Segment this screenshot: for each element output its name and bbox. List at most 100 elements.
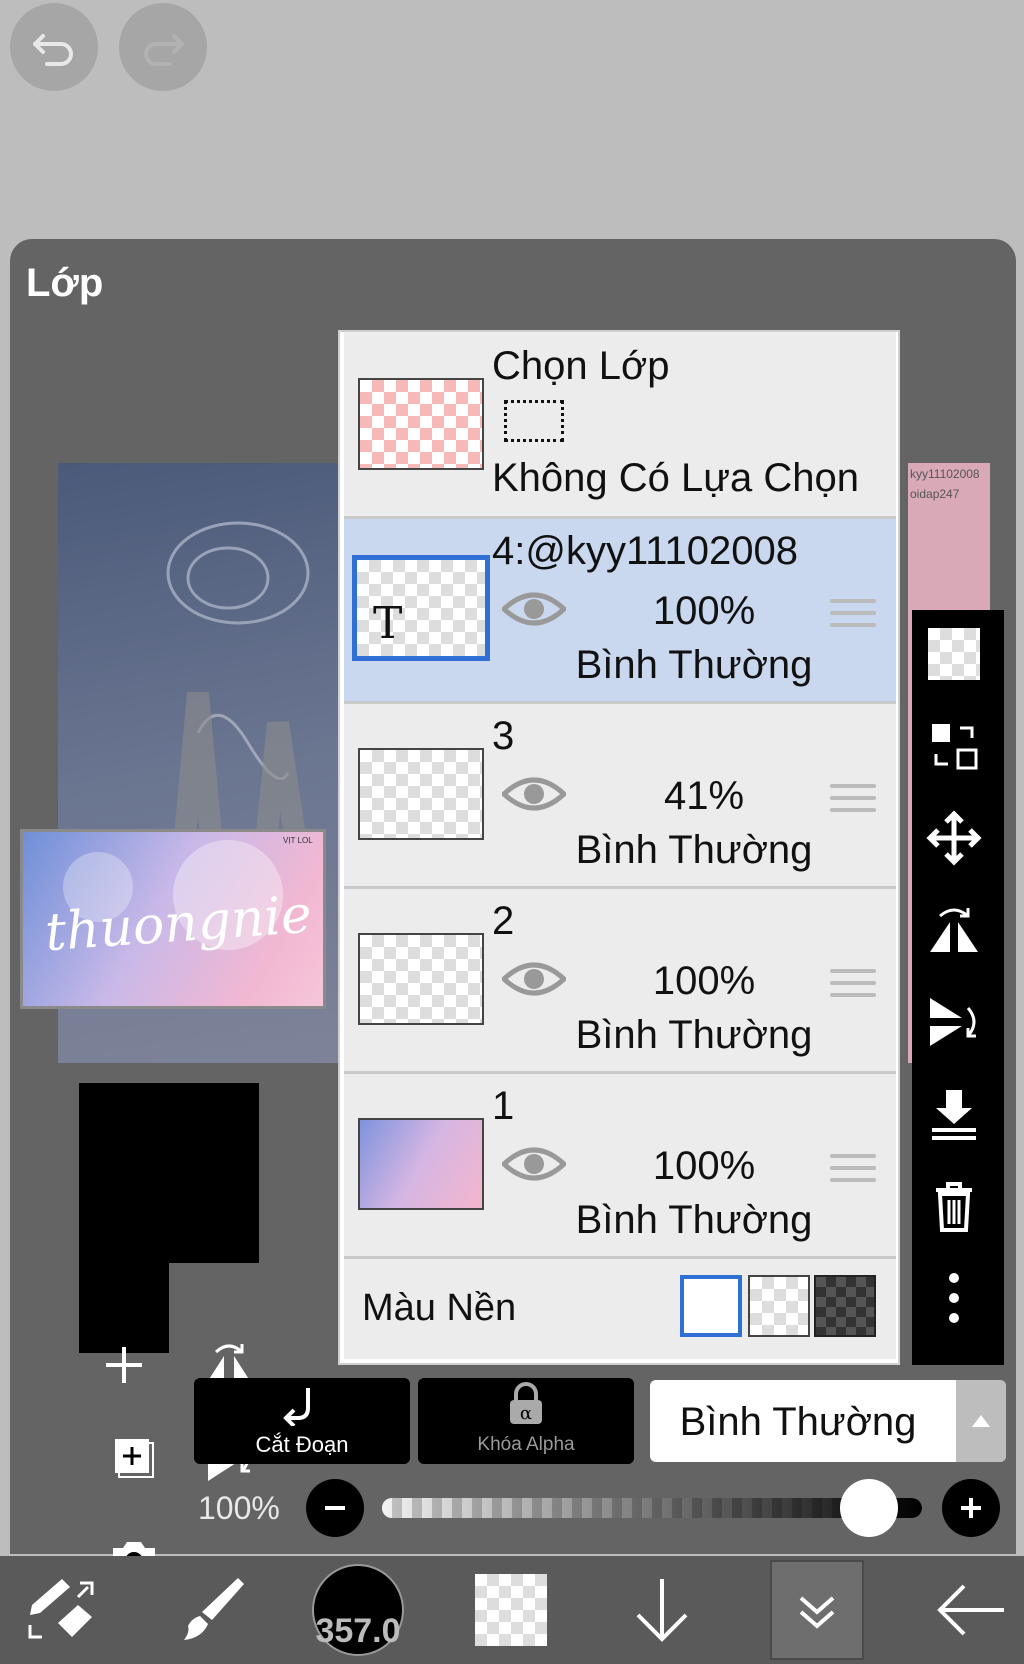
layers-button[interactable] <box>770 1560 864 1660</box>
move-icon <box>926 810 982 866</box>
side-toolbar <box>912 610 1004 1365</box>
delete-layer-button[interactable] <box>922 1174 986 1238</box>
panel-title: Lớp <box>26 261 104 305</box>
layer-opacity: 100% <box>652 589 756 633</box>
watermark-1: kyy11102008 <box>910 467 980 481</box>
swap-layer-icon <box>932 724 978 770</box>
merge-down-icon <box>932 1090 976 1140</box>
clip-icon <box>283 1388 310 1426</box>
layer-opacity: 100% <box>652 959 756 1003</box>
layer-row[interactable]: 2 100% Bình Thường <box>344 889 896 1074</box>
opacity-increase-button[interactable] <box>942 1479 1000 1537</box>
back-arrow-icon <box>937 1584 1004 1636</box>
layer-thumbnail <box>358 933 484 1025</box>
text-layer-icon: T <box>373 598 403 649</box>
redo-button[interactable] <box>119 3 207 91</box>
drag-handle-icon[interactable] <box>830 784 876 824</box>
layer-tool-group <box>79 1083 259 1263</box>
blend-mode-value: Bình Thường <box>679 1400 917 1444</box>
layer-name: 3 <box>492 714 515 758</box>
flip-vertical-button[interactable] <box>922 990 986 1054</box>
arrow-down-button[interactable] <box>612 1560 712 1660</box>
brush-size-value: 357.0 <box>315 1612 401 1650</box>
layer-opacity: 100% <box>652 1144 756 1188</box>
selection-marquee-icon <box>504 400 564 442</box>
swap-layer-button[interactable] <box>922 714 986 778</box>
minus-icon <box>325 1506 345 1510</box>
alpha-lock-label: Khóa Alpha <box>477 1434 575 1455</box>
opacity-value: 100% <box>198 1490 280 1526</box>
layer-thumbnail: T <box>352 555 490 661</box>
more-options-button[interactable] <box>922 1266 986 1330</box>
arrow-down-icon <box>636 1579 688 1642</box>
background-label: Màu Nền <box>362 1287 517 1329</box>
visibility-eye-icon[interactable] <box>502 587 566 631</box>
layer-thumbnail <box>358 748 484 840</box>
selection-status: Không Có Lựa Chọn <box>492 456 860 500</box>
alpha-lock-icon: α <box>510 1382 542 1424</box>
add-layer-button[interactable] <box>89 1330 159 1400</box>
layer-opacity: 41% <box>663 774 745 818</box>
double-chevron-icon <box>799 1596 835 1629</box>
background-dark-checker-option[interactable] <box>814 1275 876 1337</box>
back-button[interactable] <box>922 1560 1022 1660</box>
brush-icon <box>184 1578 244 1640</box>
alpha-lock-button[interactable]: α Khóa Alpha <box>418 1378 634 1464</box>
transparent-fill-button[interactable] <box>922 622 986 686</box>
layer-name: 4:@kyy11102008 <box>492 529 798 573</box>
color-swatch-icon <box>475 1574 547 1646</box>
layer-blend-mode: Bình Thường <box>575 1013 813 1057</box>
add-layer-icon <box>106 1347 142 1383</box>
svg-text:α: α <box>520 1403 532 1424</box>
selection-thumbnail <box>358 378 484 470</box>
visibility-eye-icon[interactable] <box>502 772 566 816</box>
layer-blend-mode: Bình Thường <box>575 1198 813 1242</box>
chevron-up-icon <box>972 1415 990 1427</box>
selection-title: Chọn Lớp <box>492 344 670 388</box>
add-copy-icon <box>115 1439 154 1478</box>
layer-blend-mode: Bình Thường <box>575 643 813 687</box>
undo-button[interactable] <box>10 3 98 91</box>
drag-handle-icon[interactable] <box>830 969 876 1009</box>
transform-tool-icon <box>28 1579 94 1639</box>
canvas-thumbnail[interactable]: thuongnie VỊT LOL <box>20 829 326 1009</box>
background-color-row: Màu Nền <box>344 1259 896 1359</box>
layer-name: 2 <box>492 899 515 943</box>
layer-row[interactable]: T 4:@kyy11102008 100% Bình Thường <box>344 519 896 704</box>
merge-down-button[interactable] <box>922 1082 986 1146</box>
selection-row[interactable]: Chọn Lớp Không Có Lựa Chọn <box>344 332 896 519</box>
drag-handle-icon[interactable] <box>830 1154 876 1194</box>
visibility-eye-icon[interactable] <box>502 1142 566 1186</box>
blend-mode-arrow-button[interactable] <box>956 1380 1006 1462</box>
trash-icon <box>936 1182 972 1232</box>
color-swatch-button[interactable] <box>468 1560 554 1660</box>
watermark-2: oidap247 <box>910 487 960 501</box>
visibility-eye-icon[interactable] <box>502 957 566 1001</box>
drag-handle-icon[interactable] <box>830 599 876 639</box>
layer-thumbnail <box>358 1118 484 1210</box>
layer-row[interactable]: 3 41% Bình Thường <box>344 704 896 889</box>
clip-label: Cắt Đoạn <box>255 1432 349 1457</box>
more-icon <box>949 1273 959 1323</box>
layer-name: 1 <box>492 1084 515 1128</box>
undo-icon <box>33 34 73 66</box>
background-white-option[interactable] <box>680 1275 742 1337</box>
move-layer-button[interactable] <box>922 806 986 870</box>
transform-tool-button[interactable] <box>10 1560 110 1660</box>
flip-horizontal-button[interactable] <box>922 898 986 962</box>
redo-icon <box>144 34 184 66</box>
opacity-slider-knob[interactable] <box>840 1479 898 1537</box>
plus-icon <box>961 1498 981 1518</box>
layer-list: Chọn Lớp Không Có Lựa Chọn T 4:@kyy11102… <box>338 330 900 1365</box>
brush-size-button[interactable]: 357.0 <box>312 1564 404 1656</box>
clipping-button[interactable]: Cắt Đoạn <box>194 1378 410 1464</box>
opacity-decrease-button[interactable] <box>306 1479 364 1537</box>
add-copy-layer-button[interactable] <box>99 1423 169 1493</box>
flip-vertical-icon <box>930 998 976 1046</box>
flip-horizontal-icon <box>930 908 978 952</box>
background-transparent-option[interactable] <box>748 1275 810 1337</box>
layer-panel: Lớp kyy11102008 oidap247 thuongnie VỊT L… <box>10 239 1016 1576</box>
blend-mode-dropdown[interactable]: Bình Thường <box>650 1380 1006 1462</box>
brush-tool-button[interactable] <box>160 1560 260 1660</box>
layer-row[interactable]: 1 100% Bình Thường <box>344 1074 896 1259</box>
